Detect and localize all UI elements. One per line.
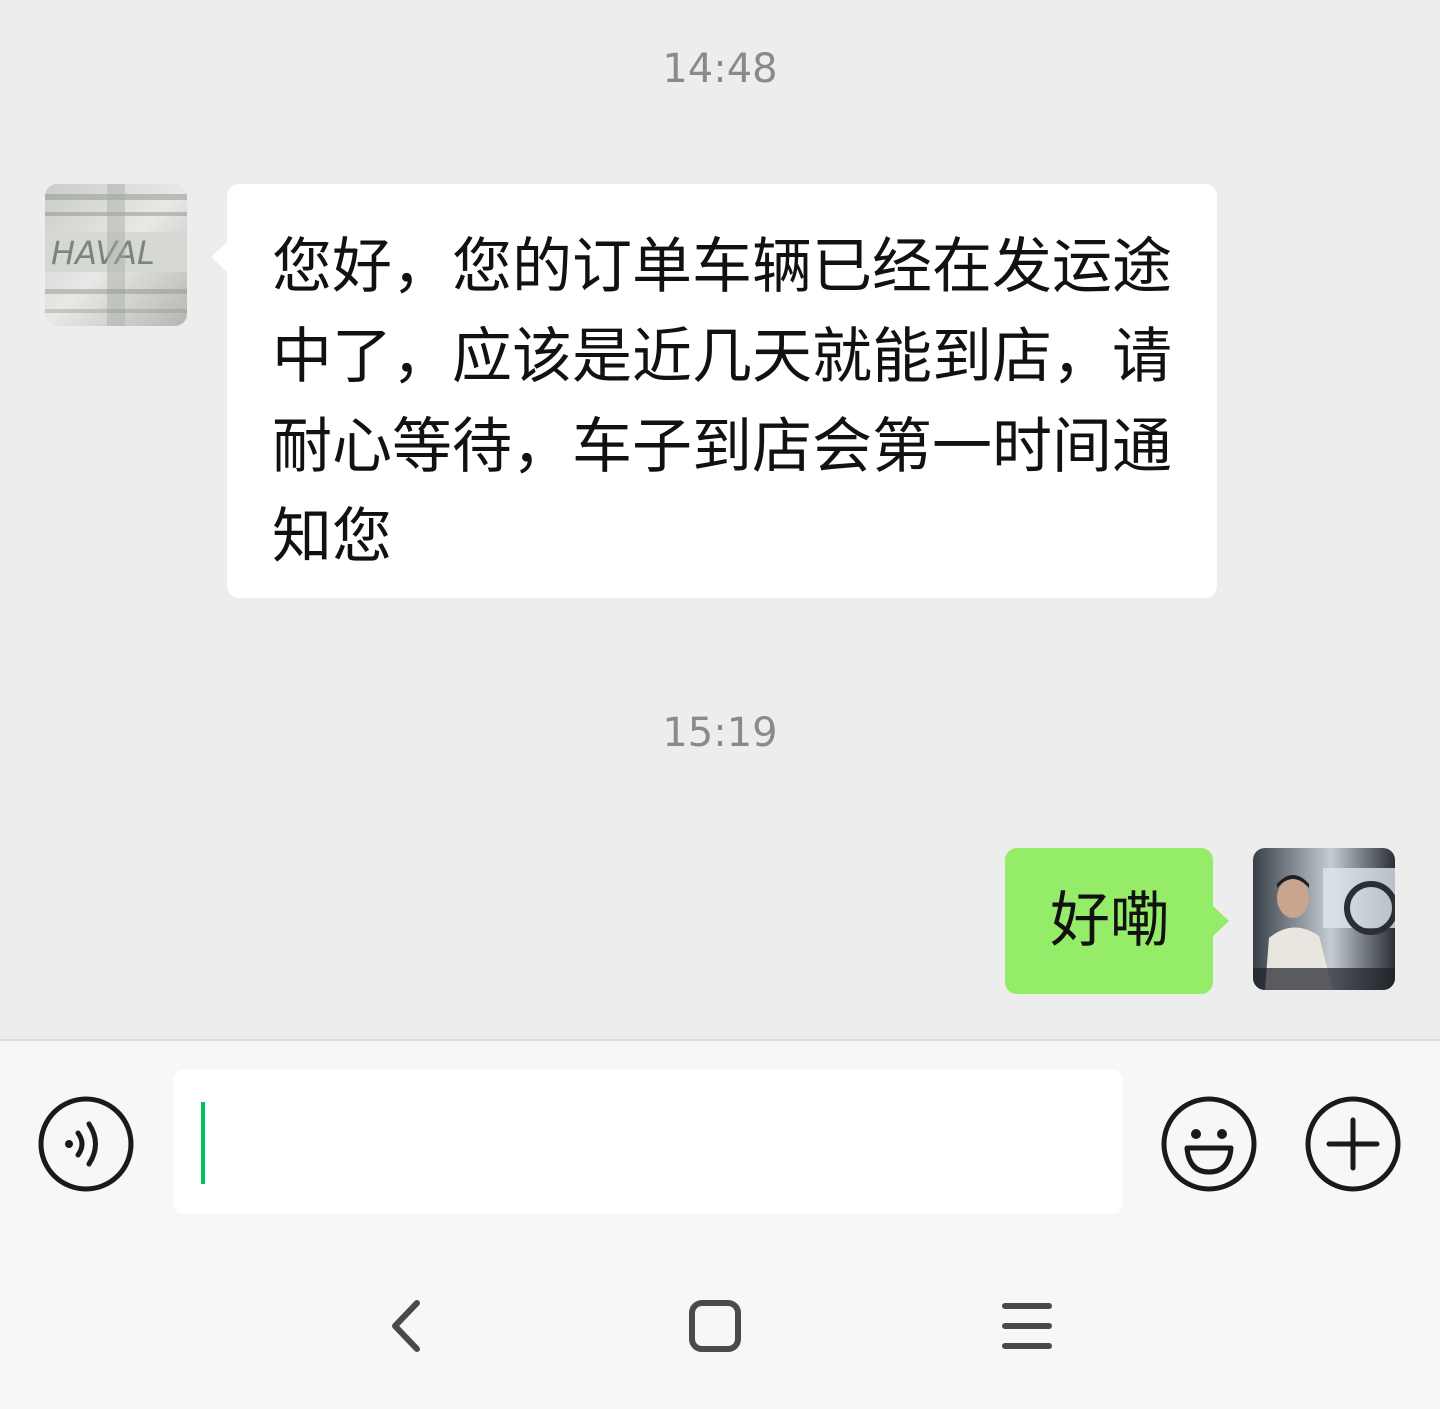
nav-back-button[interactable] — [357, 1281, 447, 1371]
user-avatar[interactable] — [1253, 848, 1395, 990]
back-icon — [392, 1300, 420, 1352]
contact-avatar[interactable]: HAVAL — [45, 184, 187, 326]
emoji-icon — [1161, 1096, 1257, 1192]
more-button[interactable] — [1305, 1096, 1401, 1192]
voice-button[interactable] — [38, 1096, 134, 1192]
message-text: 您好，您的订单车辆已经在发运途中了，应该是近几天就能到店，请耐心等待，车子到店会… — [272, 232, 1172, 572]
car-grille-avatar-image: HAVAL — [45, 184, 187, 326]
menu-icon — [1002, 1303, 1052, 1349]
message-input[interactable] — [173, 1070, 1123, 1214]
voice-icon — [38, 1096, 134, 1192]
input-bar — [0, 1039, 1440, 1409]
plus-icon — [1305, 1096, 1401, 1192]
nav-home-button[interactable] — [670, 1281, 760, 1371]
timestamp: 15:19 — [662, 710, 778, 756]
text-cursor — [201, 1102, 205, 1184]
home-icon — [689, 1300, 741, 1352]
timestamp: 14:48 — [662, 46, 778, 92]
message-text: 好嘞 — [1050, 886, 1170, 956]
svg-text:HAVAL: HAVAL — [51, 234, 155, 272]
incoming-message-bubble[interactable]: 您好，您的订单车辆已经在发运途中了，应该是近几天就能到店，请耐心等待，车子到店会… — [211, 184, 1217, 598]
emoji-button[interactable] — [1161, 1096, 1257, 1192]
outgoing-message-bubble[interactable]: 好嘞 — [1005, 848, 1229, 994]
driver-avatar-image — [1253, 848, 1395, 990]
nav-menu-button[interactable] — [981, 1281, 1071, 1371]
